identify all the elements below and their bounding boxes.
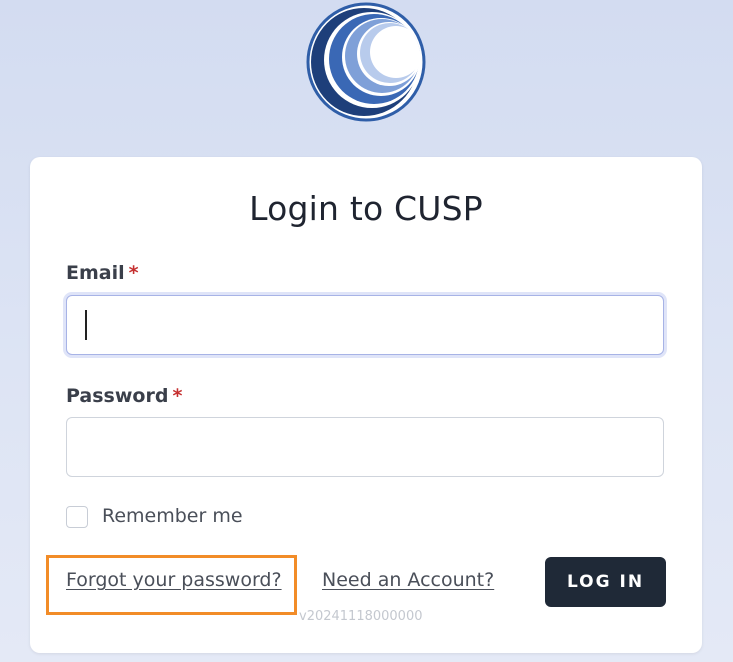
remember-me-label[interactable]: Remember me	[102, 505, 243, 527]
required-mark: *	[128, 262, 139, 284]
login-button[interactable]: LOG IN	[545, 557, 666, 607]
version-label: v20241118000000	[299, 609, 423, 624]
text-caret	[85, 310, 87, 340]
need-account-link[interactable]: Need an Account?	[322, 569, 494, 591]
password-label: Password *	[66, 385, 182, 407]
forgot-password-link[interactable]: Forgot your password?	[66, 569, 282, 591]
password-label-text: Password	[66, 385, 169, 407]
password-field[interactable]	[66, 417, 664, 477]
page-title: Login to CUSP	[249, 189, 483, 228]
required-mark: *	[172, 385, 183, 407]
email-label: Email *	[66, 262, 139, 284]
email-label-text: Email	[66, 262, 125, 284]
remember-me-checkbox[interactable]	[66, 506, 88, 528]
cusp-logo-icon	[306, 2, 426, 122]
login-card: Login to CUSP Email * Password * Remember …	[30, 157, 702, 653]
email-field[interactable]	[66, 295, 664, 355]
